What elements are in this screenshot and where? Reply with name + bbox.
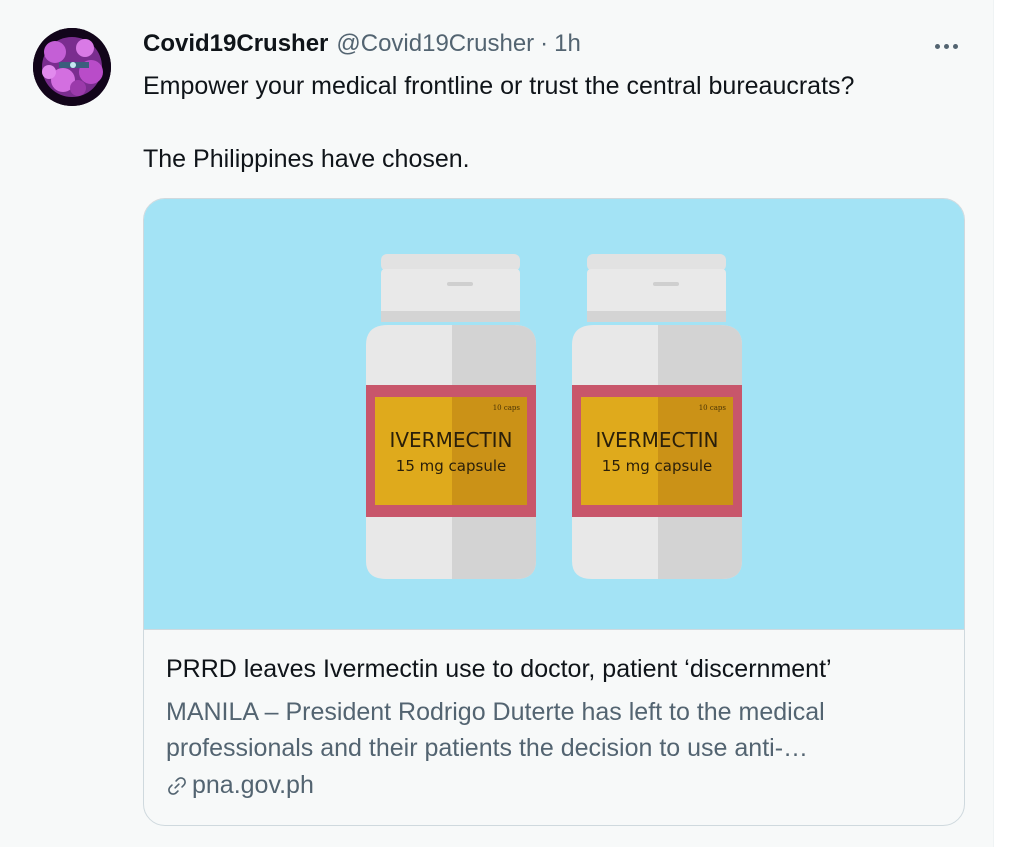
avatar-image (33, 28, 111, 106)
card-description: MANILA – President Rodrigo Duterte has l… (166, 698, 825, 762)
card-image[interactable]: 10 caps IVERMECTIN 15 mg capsule 10 caps… (144, 199, 964, 630)
more-horizontal-icon[interactable] (926, 38, 966, 54)
tweet[interactable]: Covid19Crusher @Covid19Crusher · 1h Empo… (0, 0, 994, 847)
link-icon (168, 776, 186, 795)
pill-bottle-2: 10 caps IVERMECTIN 15 mg capsule (572, 254, 742, 579)
tweet-text-line-2: The Philippines have chosen. (143, 145, 470, 173)
card-domain: pna.gov.ph (166, 771, 314, 800)
timestamp[interactable]: 1h (554, 30, 581, 58)
bottle-2-title: IVERMECTIN (595, 428, 718, 452)
pill-bottle-1: 10 caps IVERMECTIN 15 mg capsule (366, 254, 536, 579)
tweet-header: Covid19Crusher @Covid19Crusher · 1h (143, 30, 581, 60)
tweet-text-line-1: Empower your medical frontline or trust … (143, 72, 855, 100)
user-handle[interactable]: @Covid19Crusher (336, 30, 534, 58)
bottle-2-subtitle: 15 mg capsule (602, 457, 712, 475)
bottle-1-title: IVERMECTIN (389, 428, 512, 452)
bottle-1-subtitle: 15 mg capsule (396, 457, 506, 475)
bottle-1-count: 10 caps (493, 404, 521, 412)
card-domain-text: pna.gov.ph (192, 771, 314, 799)
avatar[interactable] (33, 28, 111, 106)
display-name[interactable]: Covid19Crusher (143, 30, 328, 58)
separator-dot: · (540, 30, 549, 57)
bottle-2-count: 10 caps (699, 404, 727, 412)
card-title: PRRD leaves Ivermectin use to doctor, pa… (166, 655, 832, 683)
link-card[interactable]: 10 caps IVERMECTIN 15 mg capsule 10 caps… (143, 198, 965, 826)
